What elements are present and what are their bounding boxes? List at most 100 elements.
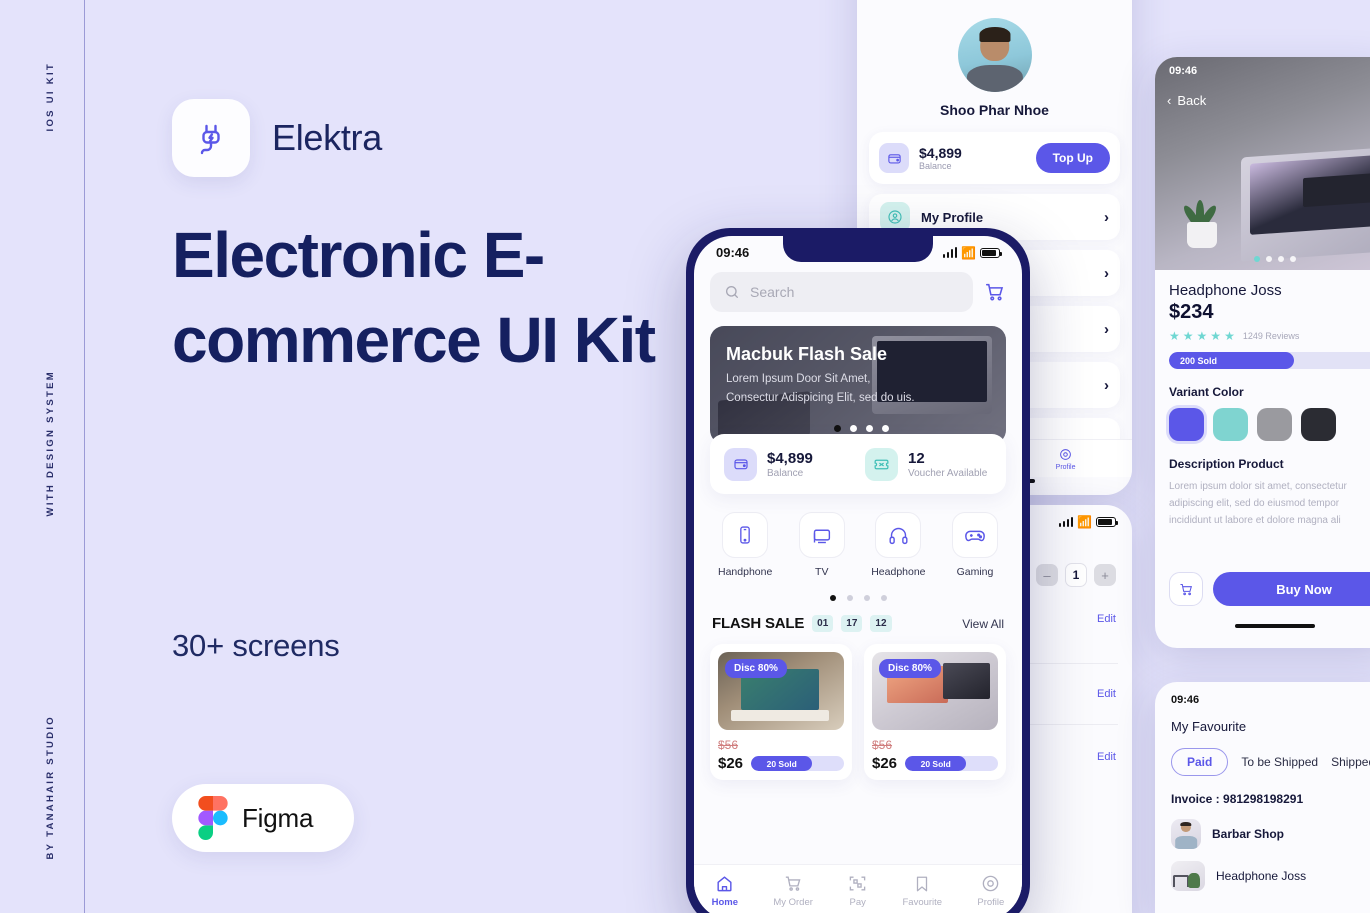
sold-count: 20 Sold xyxy=(920,758,951,769)
pager-dot[interactable] xyxy=(863,595,870,601)
profile-name: Shoo Phar Nhoe xyxy=(940,102,1049,118)
screens-count-label: 30+ screens xyxy=(172,628,340,663)
power-plug-icon xyxy=(193,120,229,156)
brand-lockup: Elektra xyxy=(172,99,382,177)
variant-swatch-3[interactable] xyxy=(1257,408,1292,441)
battery-icon xyxy=(980,247,1002,258)
nav-item-profile[interactable]: Profile xyxy=(977,874,1004,908)
signal-icon xyxy=(1058,517,1074,527)
phone-notch xyxy=(783,236,933,262)
banner-dot[interactable] xyxy=(882,425,889,432)
old-price: $56 xyxy=(718,738,739,752)
tab-shipped[interactable]: Shipped xyxy=(1331,755,1370,769)
product-card[interactable]: Disc 80% $56 $26 20 Sold xyxy=(710,644,852,780)
favourite-list-item[interactable]: Headphone Joss xyxy=(1171,861,1370,891)
category-label: TV xyxy=(815,566,829,578)
tab-to-be-shipped[interactable]: To be Shipped xyxy=(1241,755,1318,769)
category-label: Gaming xyxy=(956,566,994,578)
description-text: Lorem ipsum dolor sit amet, consectetur … xyxy=(1169,481,1347,526)
banner-dot[interactable] xyxy=(866,425,873,432)
quantity-minus-button[interactable]: – xyxy=(1036,564,1058,586)
nav-item-favourite[interactable]: Favourite xyxy=(902,875,942,908)
nav-label: Profile xyxy=(977,897,1005,908)
product-thumbnail xyxy=(1171,861,1205,891)
category-list: Handphone TV Headphone Gaming xyxy=(694,494,1022,578)
figma-logo-icon xyxy=(198,796,228,840)
favourite-item-name: Headphone Joss xyxy=(1216,869,1307,883)
category-label: Handphone xyxy=(718,566,773,578)
status-time: 09:46 xyxy=(1169,65,1198,77)
balance-value: $4,899 xyxy=(767,449,813,467)
old-price: $56 xyxy=(872,738,893,752)
balance-amount: $4,899 xyxy=(919,144,962,161)
top-up-button[interactable]: Top Up xyxy=(1035,143,1110,173)
carousel-dot[interactable] xyxy=(1278,256,1284,262)
variant-swatches[interactable] xyxy=(1169,408,1370,441)
rail-label-design-system: WITH DESIGN SYSTEM xyxy=(45,370,56,517)
sold-progress-bar: 200 Sold xyxy=(1169,352,1370,369)
menu-label: My Profile xyxy=(921,209,984,225)
sold-count: 20 Sold xyxy=(766,758,797,769)
banner-dot[interactable] xyxy=(850,425,857,432)
quantity-plus-button[interactable]: + xyxy=(1094,564,1116,586)
countdown-minutes: 17 xyxy=(841,615,863,632)
category-label: Headphone xyxy=(871,566,926,578)
variant-swatch-2[interactable] xyxy=(1213,408,1248,441)
nav-item-home[interactable]: Home xyxy=(712,874,738,908)
handphone-icon xyxy=(722,512,769,558)
status-time: 09:46 xyxy=(716,245,750,260)
back-button[interactable]: ‹ Back xyxy=(1167,93,1206,108)
shop-row[interactable]: Barbar Shop xyxy=(1171,819,1370,849)
detail-action-bar: Buy Now xyxy=(1169,572,1370,606)
nav-item-my-order[interactable]: My Order xyxy=(773,874,813,908)
headphone-icon xyxy=(875,512,922,558)
page-title: Electronic E-commerce UI Kit xyxy=(172,219,656,376)
star-icon: ★ xyxy=(1224,329,1235,343)
left-rail: IOS UI KIT WITH DESIGN SYSTEM BY TANAHAI… xyxy=(0,0,85,913)
home-indicator xyxy=(1235,624,1315,628)
banner-dots[interactable] xyxy=(834,425,889,432)
category-handphone[interactable]: Handphone xyxy=(718,512,772,578)
nav-item-pay[interactable]: Pay xyxy=(848,874,867,908)
promo-banner[interactable]: Macbuk Flash Sale Lorem Ipsum Door Sit A… xyxy=(710,326,1006,444)
pager-dot[interactable] xyxy=(880,595,887,601)
order-status-tabs[interactable]: Paid To be Shipped Shipped xyxy=(1171,748,1370,776)
search-bar-row: Search xyxy=(694,260,1022,312)
voucher-stat: 12 Voucher Available xyxy=(865,447,992,481)
buy-now-button[interactable]: Buy Now xyxy=(1213,572,1370,606)
shop-name: Barbar Shop xyxy=(1212,827,1285,841)
category-tv[interactable]: TV xyxy=(798,512,845,578)
voucher-icon xyxy=(865,447,898,481)
search-input[interactable]: Search xyxy=(710,272,973,312)
pager-dot[interactable] xyxy=(846,595,853,601)
pager-dot[interactable] xyxy=(829,595,836,601)
view-all-link[interactable]: View All xyxy=(962,617,1004,631)
nav-item-profile[interactable]: Profile xyxy=(1056,448,1076,471)
figma-badge: Figma xyxy=(172,784,354,852)
banner-subtitle: Lorem Ipsum Door Sit Amet, Consectur Adi… xyxy=(726,373,915,404)
discount-badge: Disc 80% xyxy=(879,659,941,678)
hero-section: Elektra Electronic E-commerce UI Kit 30+… xyxy=(172,0,692,913)
current-price: $26 xyxy=(872,755,898,772)
hero-phone-mockup: 09:46 📶 Search Macbuk Flash Sale Lorem I… xyxy=(686,228,1030,913)
nav-label: Pay xyxy=(849,897,866,908)
cart-icon[interactable] xyxy=(1169,572,1203,606)
flash-sale-header: FLASH SALE 01 17 12 View All xyxy=(694,601,1022,632)
favourite-screen: 09:46 My Favourite Paid To be Shipped Sh… xyxy=(1155,682,1370,913)
banner-dot[interactable] xyxy=(834,425,841,432)
category-headphone[interactable]: Headphone xyxy=(871,512,926,578)
star-icon: ★ xyxy=(1182,329,1194,343)
cart-icon[interactable] xyxy=(984,281,1006,303)
product-card[interactable]: Disc 80% $56 $26 20 Sold xyxy=(864,644,1006,780)
image-carousel-dots[interactable] xyxy=(1155,256,1370,262)
carousel-dot[interactable] xyxy=(1290,256,1296,262)
variant-swatch-1[interactable] xyxy=(1169,408,1204,441)
nav-label: My Order xyxy=(773,897,813,908)
product-detail-screen: 09:46 ‹ Back Headphone Joss $234 ★ ★ ★ ★… xyxy=(1155,57,1370,648)
variant-swatch-4[interactable] xyxy=(1301,408,1336,441)
category-gaming[interactable]: Gaming xyxy=(951,512,998,578)
tab-paid[interactable]: Paid xyxy=(1171,748,1229,776)
carousel-dot[interactable] xyxy=(1254,256,1260,262)
category-pager[interactable] xyxy=(694,578,1022,601)
carousel-dot[interactable] xyxy=(1266,256,1272,262)
